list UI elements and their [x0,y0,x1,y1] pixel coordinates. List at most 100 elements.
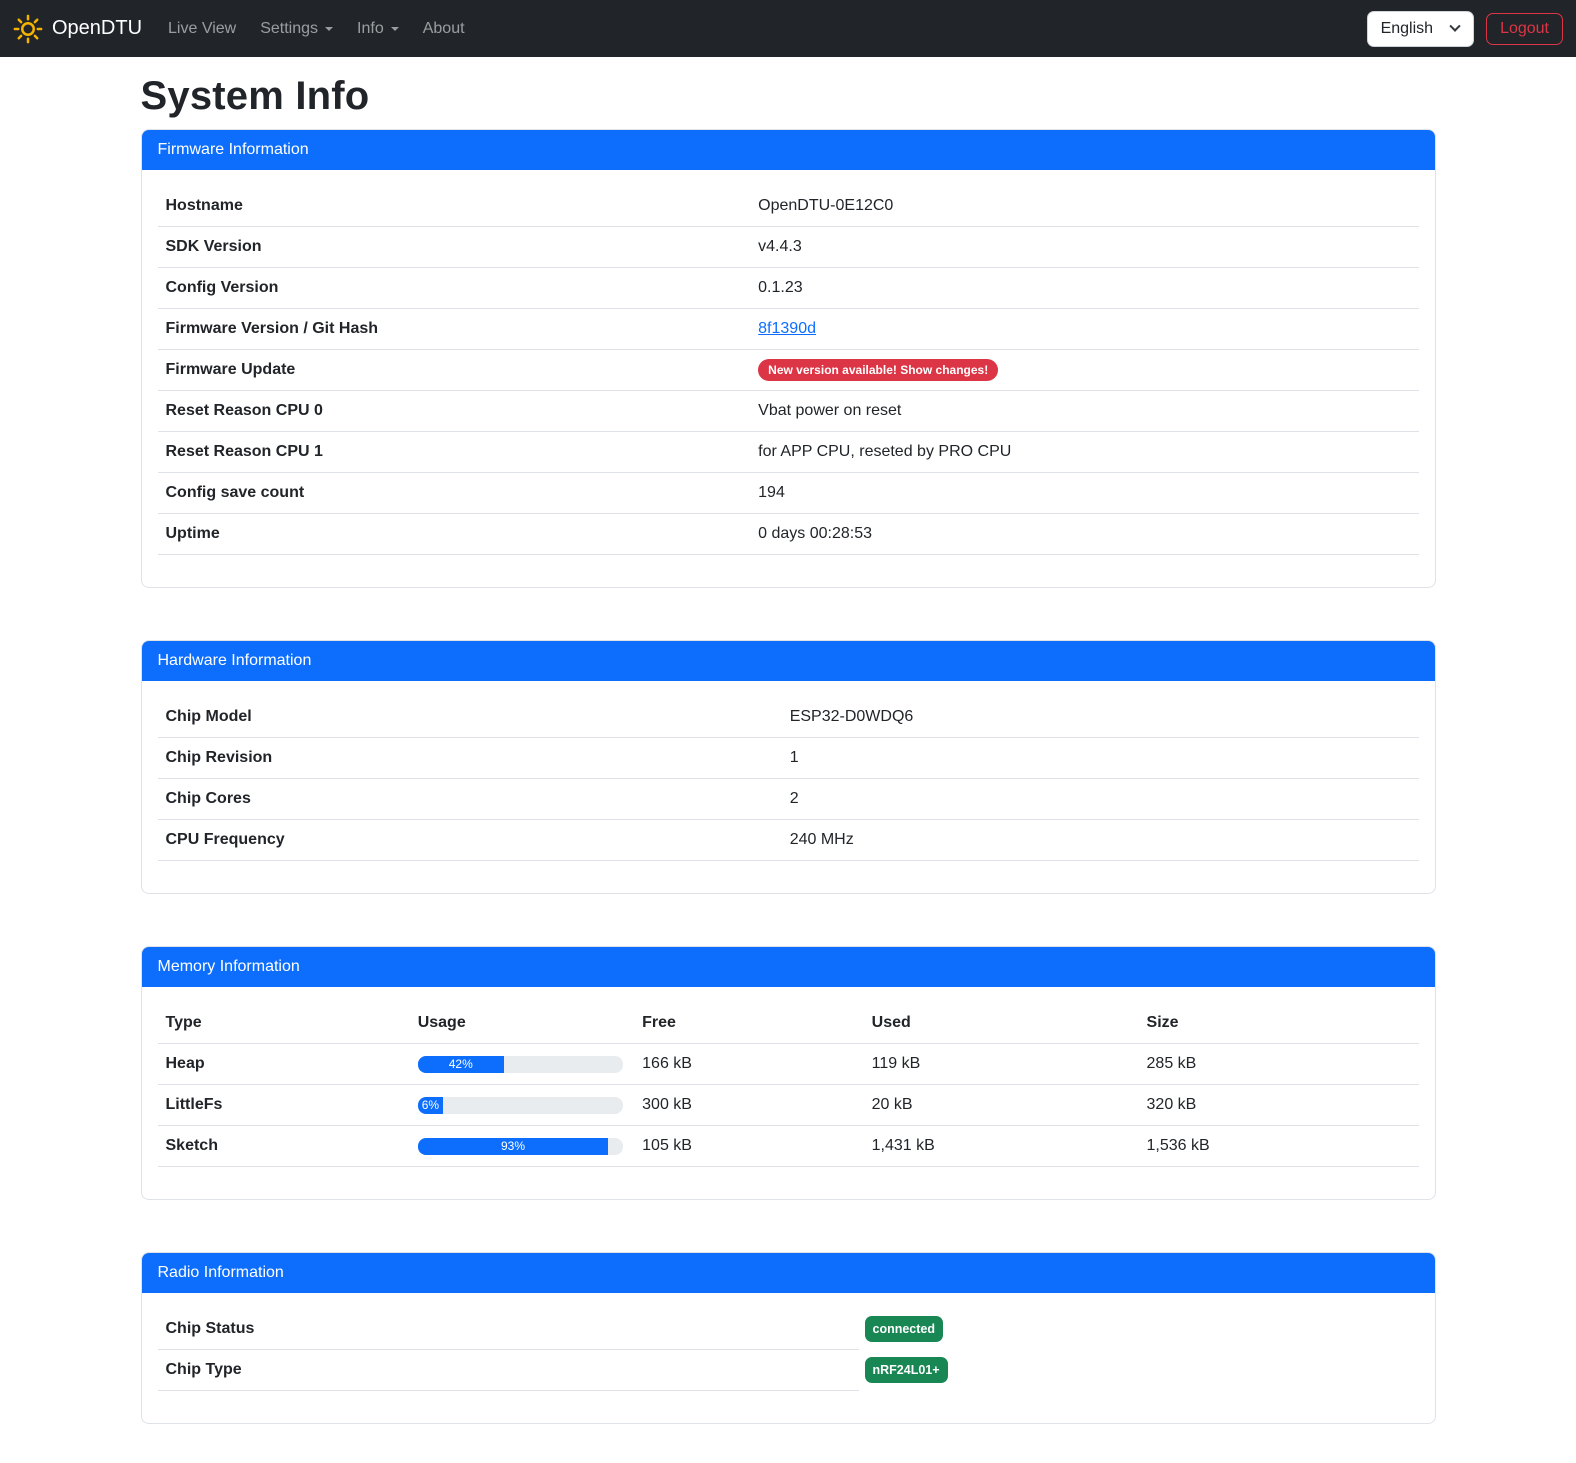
nav-item-label: Settings [260,20,318,38]
git-hash-link[interactable]: 8f1390d [758,320,816,337]
language-select-value: English [1381,20,1433,38]
row-value: 0.1.23 [750,268,1418,309]
usage-cell: 93% [410,1126,634,1167]
radio-card-header: Radio Information [142,1253,1435,1293]
row-value: 2 [782,779,1419,820]
row-value: 194 [750,473,1418,514]
nav-item-about[interactable]: About [415,12,473,46]
caret-down-icon [391,27,399,31]
row-label: Firmware Version / Git Hash [158,309,751,350]
navbar-right: English Logout [1367,11,1563,47]
main-container: System Info Firmware Information Hostnam… [141,74,1436,1424]
memory-card-body: Type Usage Free Used Size Heap 42% [142,987,1435,1199]
table-header-row: Type Usage Free Used Size [158,1003,1419,1044]
sketch-progress-bar: 93% [418,1138,609,1155]
table-row: Chip Cores 2 [158,779,1419,820]
row-value: 285 kB [1139,1044,1419,1085]
logout-button[interactable]: Logout [1486,13,1563,45]
column-header-size: Size [1139,1003,1419,1044]
column-header-type: Type [158,1003,410,1044]
progress-track: 6% [418,1097,623,1114]
row-label: Hostname [158,186,751,227]
firmware-information-card: Firmware Information Hostname OpenDTU-0E… [141,129,1436,588]
firmware-update-badge[interactable]: New version available! Show changes! [758,359,998,381]
firmware-card-body: Hostname OpenDTU-0E12C0 SDK Version v4.4… [142,170,1435,587]
column-header-used: Used [864,1003,1139,1044]
row-value: 1,431 kB [864,1126,1139,1167]
chip-status-badge: connected [865,1316,944,1342]
column-header-free: Free [634,1003,864,1044]
row-label: Chip Type [166,1361,242,1379]
heap-progress-bar: 42% [418,1056,504,1073]
table-row: Reset Reason CPU 1 for APP CPU, reseted … [158,432,1419,473]
hardware-card-header: Hardware Information [142,641,1435,681]
nav-item-info[interactable]: Info [349,12,407,46]
language-select[interactable]: English [1367,11,1474,47]
nav-item-label: Info [357,20,384,38]
table-row: Reset Reason CPU 0 Vbat power on reset [158,391,1419,432]
row-label: Chip Revision [158,738,782,779]
row-label: CPU Frequency [158,820,782,861]
table-row: CPU Frequency 240 MHz [158,820,1419,861]
row-value: 1 [782,738,1419,779]
row-label: Chip Status [166,1320,255,1338]
progress-track: 42% [418,1056,623,1073]
row-label: Chip Cores [158,779,782,820]
page-title: System Info [141,74,1436,119]
row-value: 300 kB [634,1085,864,1126]
nav-item-live-view[interactable]: Live View [160,12,244,46]
littlefs-progress-bar: 6% [418,1097,443,1114]
row-label: LittleFs [158,1085,410,1126]
row-label: Sketch [158,1126,410,1167]
navbar-left: OpenDTU Live View Settings Info About [13,12,477,46]
table-row: Config save count 194 [158,473,1419,514]
row-value: 8f1390d [750,309,1418,350]
chip-type-badge: nRF24L01+ [865,1357,948,1383]
row-label: Uptime [158,514,751,555]
table-row: SDK Version v4.4.3 [158,227,1419,268]
caret-down-icon [325,27,333,31]
row-value: v4.4.3 [750,227,1418,268]
row-value: ESP32-D0WDQ6 [782,697,1419,738]
row-value: 1,536 kB [1139,1126,1419,1167]
usage-cell: 6% [410,1085,634,1126]
table-row: Firmware Update New version available! S… [158,350,1419,391]
brand-link[interactable]: OpenDTU [13,14,142,44]
progress-label: 6% [422,1097,439,1114]
hardware-information-card: Hardware Information Chip Model ESP32-D0… [141,640,1436,894]
radio-card-body: Chip Status connected Chip Type nRF24L01… [142,1293,1435,1423]
row-value: 240 MHz [782,820,1419,861]
usage-cell: 42% [410,1044,634,1085]
memory-table: Type Usage Free Used Size Heap 42% [158,1003,1419,1167]
table-row: Hostname OpenDTU-0E12C0 [158,186,1419,227]
table-row: Heap 42% 166 kB 119 kB 285 kB [158,1044,1419,1085]
table-row: Firmware Version / Git Hash 8f1390d [158,309,1419,350]
row-value: 320 kB [1139,1085,1419,1126]
navbar: OpenDTU Live View Settings Info About En… [0,0,1576,57]
firmware-card-header: Firmware Information [142,130,1435,170]
row-label: Config save count [158,473,751,514]
brand-label: OpenDTU [52,17,142,40]
table-row: Sketch 93% 105 kB 1,431 kB 1,536 kB [158,1126,1419,1167]
hardware-table: Chip Model ESP32-D0WDQ6 Chip Revision 1 … [158,697,1419,861]
column-header-usage: Usage [410,1003,634,1044]
radio-information-card: Radio Information Chip Status connected … [141,1252,1436,1424]
progress-track: 93% [418,1138,623,1155]
row-label: Config Version [158,268,751,309]
nav-item-label: About [423,20,465,38]
table-row: Chip Model ESP32-D0WDQ6 [158,697,1419,738]
row-label: Reset Reason CPU 0 [158,391,751,432]
row-value: New version available! Show changes! [750,350,1418,391]
hardware-card-body: Chip Model ESP32-D0WDQ6 Chip Revision 1 … [142,681,1435,893]
radio-table: Chip Status connected Chip Type nRF24L01… [158,1309,1419,1391]
table-row: Chip Status connected [158,1309,859,1350]
table-row: LittleFs 6% 300 kB 20 kB 320 kB [158,1085,1419,1126]
firmware-table: Hostname OpenDTU-0E12C0 SDK Version v4.4… [158,186,1419,555]
sun-icon [13,14,43,44]
table-row: Uptime 0 days 00:28:53 [158,514,1419,555]
row-label: Chip Model [158,697,782,738]
row-label: Reset Reason CPU 1 [158,432,751,473]
table-row: Chip Revision 1 [158,738,1419,779]
nav-item-settings[interactable]: Settings [252,12,341,46]
progress-label: 42% [449,1056,473,1073]
